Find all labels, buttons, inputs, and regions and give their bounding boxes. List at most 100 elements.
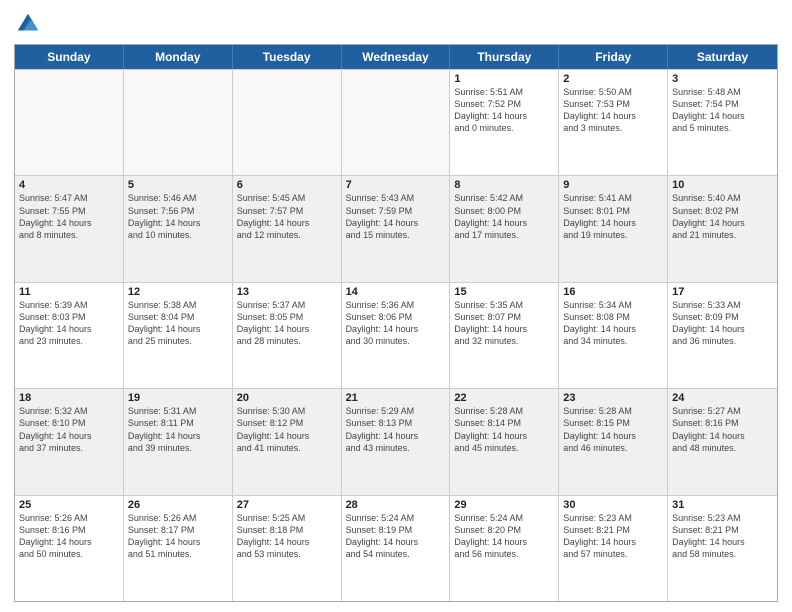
- week-row-1: 1Sunrise: 5:51 AM Sunset: 7:52 PM Daylig…: [15, 69, 777, 175]
- day-cell: 19Sunrise: 5:31 AM Sunset: 8:11 PM Dayli…: [124, 389, 233, 494]
- day-number: 23: [563, 392, 663, 404]
- day-cell: 10Sunrise: 5:40 AM Sunset: 8:02 PM Dayli…: [668, 176, 777, 281]
- day-header-wednesday: Wednesday: [342, 45, 451, 69]
- day-cell: 27Sunrise: 5:25 AM Sunset: 8:18 PM Dayli…: [233, 496, 342, 601]
- day-cell: [124, 70, 233, 175]
- logo-icon: [14, 10, 42, 38]
- day-cell: 8Sunrise: 5:42 AM Sunset: 8:00 PM Daylig…: [450, 176, 559, 281]
- day-number: 15: [454, 286, 554, 298]
- day-info: Sunrise: 5:24 AM Sunset: 8:20 PM Dayligh…: [454, 512, 554, 561]
- day-cell: 30Sunrise: 5:23 AM Sunset: 8:21 PM Dayli…: [559, 496, 668, 601]
- day-header-friday: Friday: [559, 45, 668, 69]
- day-number: 5: [128, 179, 228, 191]
- day-info: Sunrise: 5:51 AM Sunset: 7:52 PM Dayligh…: [454, 86, 554, 135]
- day-number: 26: [128, 499, 228, 511]
- day-number: 4: [19, 179, 119, 191]
- day-number: 24: [672, 392, 773, 404]
- day-number: 29: [454, 499, 554, 511]
- day-number: 6: [237, 179, 337, 191]
- day-info: Sunrise: 5:40 AM Sunset: 8:02 PM Dayligh…: [672, 192, 773, 241]
- day-header-saturday: Saturday: [668, 45, 777, 69]
- day-info: Sunrise: 5:31 AM Sunset: 8:11 PM Dayligh…: [128, 405, 228, 454]
- day-info: Sunrise: 5:36 AM Sunset: 8:06 PM Dayligh…: [346, 299, 446, 348]
- day-cell: 3Sunrise: 5:48 AM Sunset: 7:54 PM Daylig…: [668, 70, 777, 175]
- week-row-5: 25Sunrise: 5:26 AM Sunset: 8:16 PM Dayli…: [15, 495, 777, 601]
- day-info: Sunrise: 5:35 AM Sunset: 8:07 PM Dayligh…: [454, 299, 554, 348]
- day-number: 25: [19, 499, 119, 511]
- day-info: Sunrise: 5:46 AM Sunset: 7:56 PM Dayligh…: [128, 192, 228, 241]
- day-number: 10: [672, 179, 773, 191]
- day-cell: 13Sunrise: 5:37 AM Sunset: 8:05 PM Dayli…: [233, 283, 342, 388]
- day-number: 13: [237, 286, 337, 298]
- day-cell: 16Sunrise: 5:34 AM Sunset: 8:08 PM Dayli…: [559, 283, 668, 388]
- day-number: 28: [346, 499, 446, 511]
- day-number: 20: [237, 392, 337, 404]
- day-info: Sunrise: 5:33 AM Sunset: 8:09 PM Dayligh…: [672, 299, 773, 348]
- day-cell: 9Sunrise: 5:41 AM Sunset: 8:01 PM Daylig…: [559, 176, 668, 281]
- day-number: 19: [128, 392, 228, 404]
- day-info: Sunrise: 5:26 AM Sunset: 8:16 PM Dayligh…: [19, 512, 119, 561]
- day-cell: 14Sunrise: 5:36 AM Sunset: 8:06 PM Dayli…: [342, 283, 451, 388]
- day-cell: 2Sunrise: 5:50 AM Sunset: 7:53 PM Daylig…: [559, 70, 668, 175]
- day-number: 7: [346, 179, 446, 191]
- day-cell: 12Sunrise: 5:38 AM Sunset: 8:04 PM Dayli…: [124, 283, 233, 388]
- calendar-body: 1Sunrise: 5:51 AM Sunset: 7:52 PM Daylig…: [15, 69, 777, 601]
- calendar: SundayMondayTuesdayWednesdayThursdayFrid…: [14, 44, 778, 602]
- day-info: Sunrise: 5:39 AM Sunset: 8:03 PM Dayligh…: [19, 299, 119, 348]
- day-info: Sunrise: 5:50 AM Sunset: 7:53 PM Dayligh…: [563, 86, 663, 135]
- day-info: Sunrise: 5:48 AM Sunset: 7:54 PM Dayligh…: [672, 86, 773, 135]
- day-cell: 28Sunrise: 5:24 AM Sunset: 8:19 PM Dayli…: [342, 496, 451, 601]
- day-cell: 29Sunrise: 5:24 AM Sunset: 8:20 PM Dayli…: [450, 496, 559, 601]
- day-number: 2: [563, 73, 663, 85]
- header: [14, 10, 778, 38]
- day-cell: [342, 70, 451, 175]
- day-number: 16: [563, 286, 663, 298]
- day-cell: 17Sunrise: 5:33 AM Sunset: 8:09 PM Dayli…: [668, 283, 777, 388]
- day-info: Sunrise: 5:23 AM Sunset: 8:21 PM Dayligh…: [563, 512, 663, 561]
- page: SundayMondayTuesdayWednesdayThursdayFrid…: [0, 0, 792, 612]
- day-cell: 25Sunrise: 5:26 AM Sunset: 8:16 PM Dayli…: [15, 496, 124, 601]
- day-number: 22: [454, 392, 554, 404]
- day-cell: 5Sunrise: 5:46 AM Sunset: 7:56 PM Daylig…: [124, 176, 233, 281]
- day-number: 9: [563, 179, 663, 191]
- day-cell: 20Sunrise: 5:30 AM Sunset: 8:12 PM Dayli…: [233, 389, 342, 494]
- day-header-tuesday: Tuesday: [233, 45, 342, 69]
- day-cell: [15, 70, 124, 175]
- day-number: 11: [19, 286, 119, 298]
- day-info: Sunrise: 5:41 AM Sunset: 8:01 PM Dayligh…: [563, 192, 663, 241]
- day-number: 30: [563, 499, 663, 511]
- day-cell: 21Sunrise: 5:29 AM Sunset: 8:13 PM Dayli…: [342, 389, 451, 494]
- day-info: Sunrise: 5:42 AM Sunset: 8:00 PM Dayligh…: [454, 192, 554, 241]
- calendar-header-row: SundayMondayTuesdayWednesdayThursdayFrid…: [15, 45, 777, 69]
- day-info: Sunrise: 5:28 AM Sunset: 8:15 PM Dayligh…: [563, 405, 663, 454]
- day-number: 17: [672, 286, 773, 298]
- day-info: Sunrise: 5:28 AM Sunset: 8:14 PM Dayligh…: [454, 405, 554, 454]
- day-info: Sunrise: 5:32 AM Sunset: 8:10 PM Dayligh…: [19, 405, 119, 454]
- day-cell: 31Sunrise: 5:23 AM Sunset: 8:21 PM Dayli…: [668, 496, 777, 601]
- day-cell: 18Sunrise: 5:32 AM Sunset: 8:10 PM Dayli…: [15, 389, 124, 494]
- day-info: Sunrise: 5:30 AM Sunset: 8:12 PM Dayligh…: [237, 405, 337, 454]
- day-number: 18: [19, 392, 119, 404]
- day-cell: 15Sunrise: 5:35 AM Sunset: 8:07 PM Dayli…: [450, 283, 559, 388]
- day-cell: 26Sunrise: 5:26 AM Sunset: 8:17 PM Dayli…: [124, 496, 233, 601]
- day-info: Sunrise: 5:47 AM Sunset: 7:55 PM Dayligh…: [19, 192, 119, 241]
- day-number: 27: [237, 499, 337, 511]
- day-info: Sunrise: 5:23 AM Sunset: 8:21 PM Dayligh…: [672, 512, 773, 561]
- logo: [14, 10, 46, 38]
- day-number: 21: [346, 392, 446, 404]
- day-cell: 7Sunrise: 5:43 AM Sunset: 7:59 PM Daylig…: [342, 176, 451, 281]
- day-cell: [233, 70, 342, 175]
- day-header-thursday: Thursday: [450, 45, 559, 69]
- day-cell: 6Sunrise: 5:45 AM Sunset: 7:57 PM Daylig…: [233, 176, 342, 281]
- day-number: 14: [346, 286, 446, 298]
- day-cell: 22Sunrise: 5:28 AM Sunset: 8:14 PM Dayli…: [450, 389, 559, 494]
- day-number: 8: [454, 179, 554, 191]
- week-row-4: 18Sunrise: 5:32 AM Sunset: 8:10 PM Dayli…: [15, 388, 777, 494]
- day-number: 31: [672, 499, 773, 511]
- day-cell: 4Sunrise: 5:47 AM Sunset: 7:55 PM Daylig…: [15, 176, 124, 281]
- day-info: Sunrise: 5:26 AM Sunset: 8:17 PM Dayligh…: [128, 512, 228, 561]
- day-cell: 11Sunrise: 5:39 AM Sunset: 8:03 PM Dayli…: [15, 283, 124, 388]
- day-header-monday: Monday: [124, 45, 233, 69]
- day-cell: 23Sunrise: 5:28 AM Sunset: 8:15 PM Dayli…: [559, 389, 668, 494]
- day-info: Sunrise: 5:34 AM Sunset: 8:08 PM Dayligh…: [563, 299, 663, 348]
